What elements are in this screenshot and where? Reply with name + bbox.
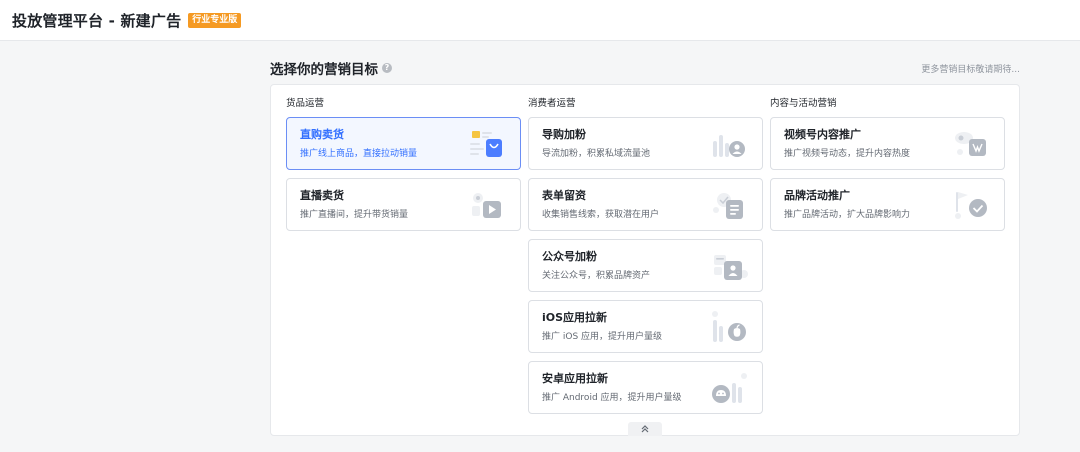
column-consumer: 消费者运营 导购加粉 导流加粉，积累私域流量池 表单留资 收集销售线索，获取潜在… — [528, 97, 763, 414]
shopping-bag-icon — [470, 131, 502, 157]
apple-icon — [712, 311, 746, 342]
column-title: 消费者运营 — [528, 98, 576, 109]
card-ios-app[interactable]: iOS应用拉新 推广 iOS 应用，提升用户量级 — [528, 300, 763, 353]
column-content-events: 内容与活动营销 视频号内容推广 推广视频号动态，提升内容热度 品牌活动推广 推广… — [770, 97, 1005, 231]
edition-badge: 行业专业版 — [188, 12, 242, 28]
column-title: 内容与活动营销 — [770, 98, 837, 109]
double-chevron-up-icon — [641, 425, 649, 433]
card-android-app[interactable]: 安卓应用拉新 推广 Android 应用，提升用户量级 — [528, 361, 763, 414]
card-form-leads[interactable]: 表单留资 收集销售线索，获取潜在用户 — [528, 178, 763, 231]
card-direct-purchase[interactable]: 直购卖货 推广线上商品，直接拉动销量 — [286, 117, 521, 170]
card-guide-fans[interactable]: 导购加粉 导流加粉，积累私域流量池 — [528, 117, 763, 170]
more-goals-link: 更多营销目标敬请期待... — [921, 64, 1020, 75]
goal-panel: 货品运营 直购卖货 推广线上商品，直接拉动销量 直播卖货 推广直播间，提升带货销… — [270, 84, 1020, 436]
help-icon[interactable]: ? — [382, 63, 392, 73]
card-channels-content[interactable]: 视频号内容推广 推广视频号动态，提升内容热度 — [770, 117, 1005, 170]
add-fans-icon — [713, 135, 745, 157]
app-title: 投放管理平台 - 新建广告 — [12, 11, 182, 30]
column-title: 货品运营 — [286, 98, 325, 109]
section-header: 选择你的营销目标 ? 更多营销目标敬请期待... — [270, 58, 1020, 78]
android-icon — [712, 373, 747, 403]
top-bar: 投放管理平台 - 新建广告 行业专业版 — [0, 0, 1080, 41]
card-official-account[interactable]: 公众号加粉 关注公众号，积累品牌资产 — [528, 239, 763, 292]
column-goods: 货品运营 直购卖货 推广线上商品，直接拉动销量 直播卖货 推广直播间，提升带货销… — [286, 97, 521, 231]
section-title-wrap: 选择你的营销目标 ? — [270, 58, 392, 78]
card-brand-events[interactable]: 品牌活动推广 推广品牌活动，扩大品牌影响力 — [770, 178, 1005, 231]
card-live-selling[interactable]: 直播卖货 推广直播间，提升带货销量 — [286, 178, 521, 231]
channels-icon — [955, 132, 986, 156]
live-play-icon — [472, 193, 501, 218]
brand-event-icon — [955, 192, 987, 219]
official-account-icon — [714, 255, 748, 280]
section-title: 选择你的营销目标 — [270, 62, 378, 78]
form-icon — [713, 193, 743, 219]
collapse-button[interactable] — [628, 422, 662, 436]
